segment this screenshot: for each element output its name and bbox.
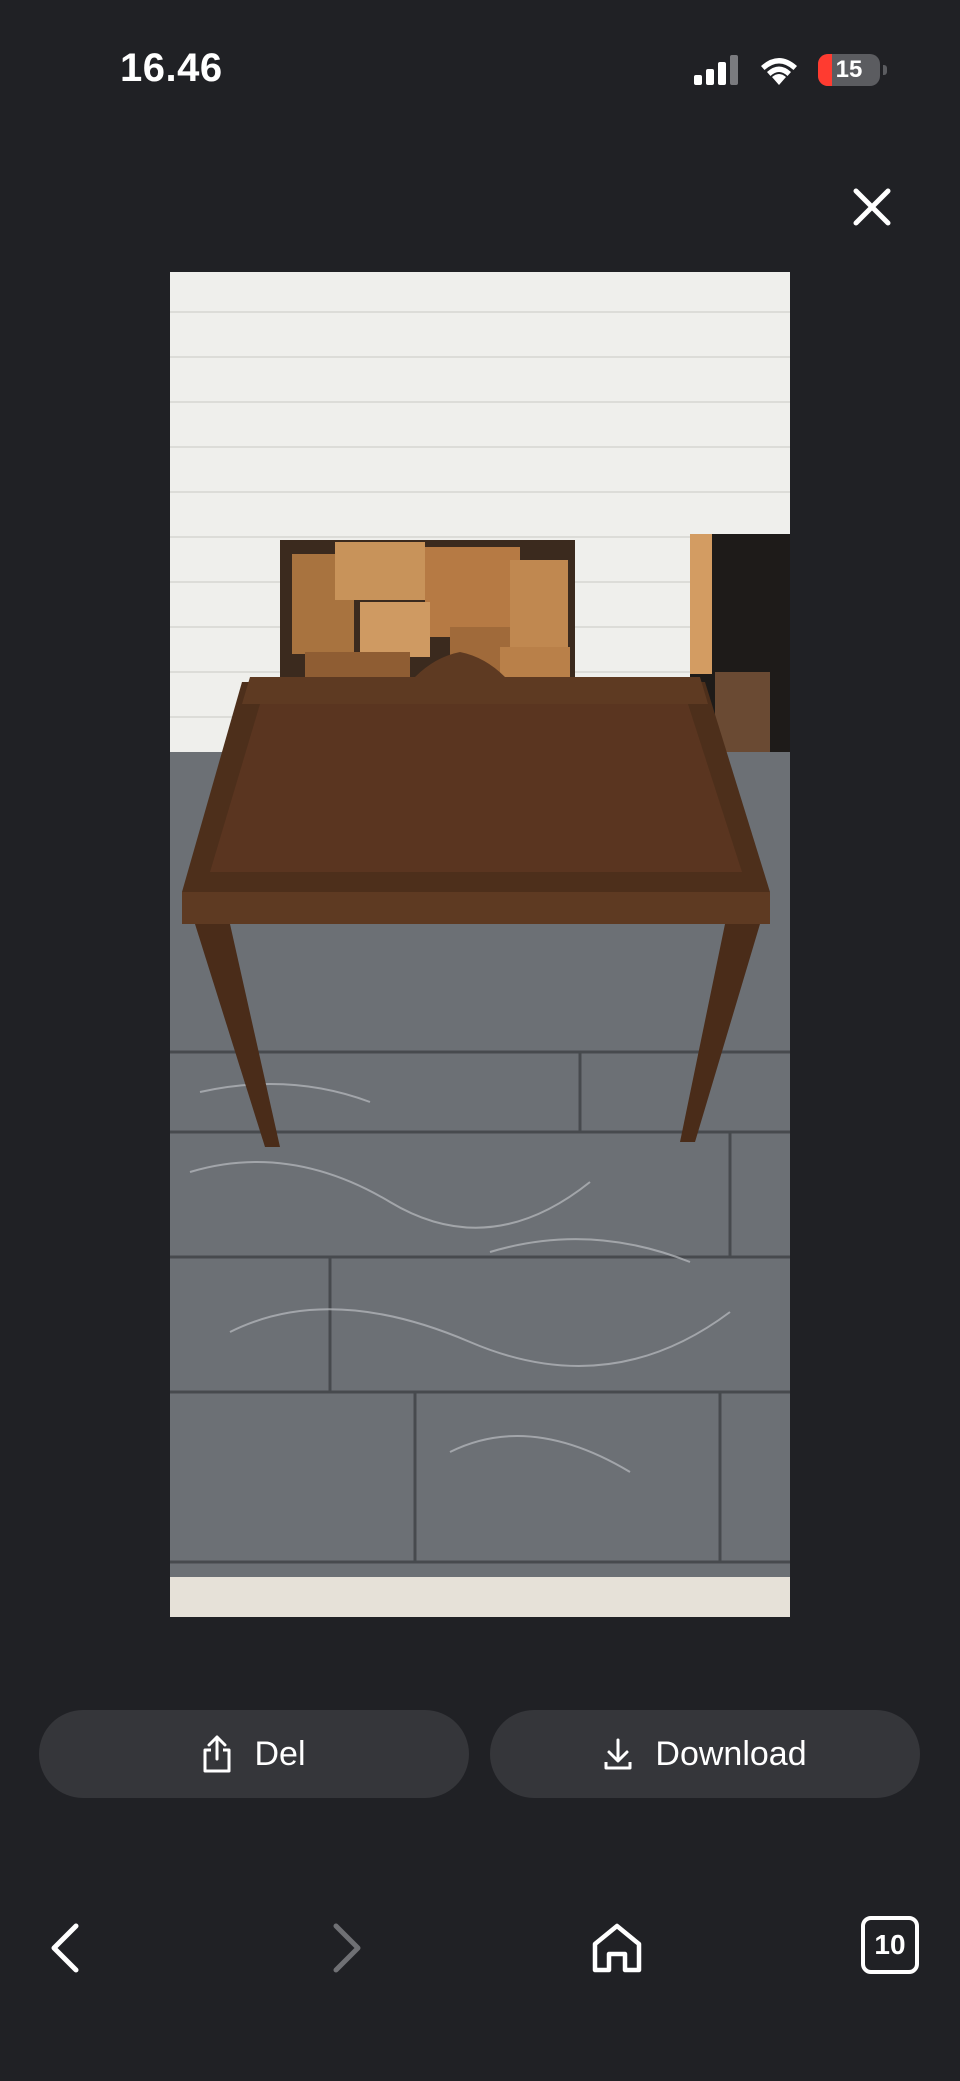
forward-button[interactable] <box>314 1918 374 1978</box>
tab-count: 10 <box>874 1929 906 1960</box>
cellular-signal-icon <box>694 55 738 85</box>
photo-preview <box>170 272 790 1617</box>
share-label: Del <box>254 1734 306 1773</box>
tabs-button[interactable]: 10 <box>861 1916 919 1974</box>
download-label: Download <box>655 1734 807 1773</box>
share-button[interactable]: Del <box>39 1710 469 1798</box>
back-button[interactable] <box>38 1918 98 1978</box>
home-button[interactable] <box>587 1918 647 1978</box>
share-icon <box>203 1735 231 1773</box>
download-icon <box>604 1738 632 1770</box>
photo-image <box>170 272 790 1617</box>
battery-level: 15 <box>835 56 863 83</box>
close-icon <box>853 188 891 226</box>
back-icon <box>51 1923 79 1973</box>
status-icons: 15 <box>694 52 887 88</box>
forward-icon <box>333 1923 361 1973</box>
close-button[interactable] <box>848 183 896 231</box>
home-icon <box>592 1923 642 1973</box>
status-time: 16.46 <box>120 46 223 90</box>
battery-icon: 15 <box>818 54 887 86</box>
wifi-icon <box>761 58 797 85</box>
download-button[interactable]: Download <box>490 1710 920 1798</box>
status-bar: 16.46 15 <box>0 0 960 140</box>
